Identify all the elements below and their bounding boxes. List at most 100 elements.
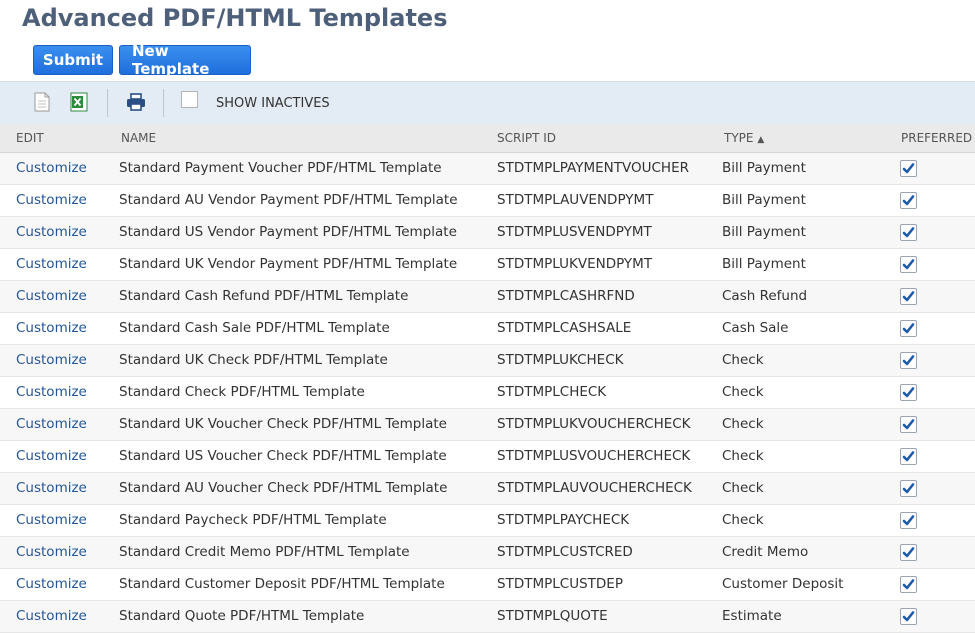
preferred-checkbox[interactable] [900, 512, 917, 529]
checkmark-icon [902, 259, 915, 270]
checkmark-icon [902, 227, 915, 238]
preferred-checkbox[interactable] [900, 288, 917, 305]
preferred-checkbox[interactable] [900, 480, 917, 497]
customize-link[interactable]: Customize [16, 352, 87, 368]
preferred-checkbox[interactable] [900, 192, 917, 209]
script-id: STDTMPLAUVENDPYMT [497, 192, 654, 208]
table-row: Customize Standard Cash Sale PDF/HTML Tem… [0, 313, 975, 345]
table-row: Customize Standard Check PDF/HTML Templat… [0, 377, 975, 409]
customize-link[interactable]: Customize [16, 192, 87, 208]
template-name: Standard Payment Voucher PDF/HTML Templa… [119, 160, 442, 176]
table-row: Customize Standard UK Vendor Payment PDF/… [0, 249, 975, 281]
script-id: STDTMPLPAYMENTVOUCHER [497, 160, 689, 176]
preferred-checkbox[interactable] [900, 320, 917, 337]
checkmark-icon [902, 547, 915, 558]
table-row: Customize Standard AU Vendor Payment PDF/… [0, 185, 975, 217]
export-pdf-icon[interactable] [33, 92, 51, 112]
customize-link[interactable]: Customize [16, 256, 87, 272]
new-template-button[interactable]: New Template [119, 42, 251, 78]
customize-link[interactable]: Customize [16, 384, 87, 400]
checkmark-icon [902, 419, 915, 430]
column-header-type-label: TYPE [724, 131, 754, 145]
customize-link[interactable]: Customize [16, 480, 87, 496]
template-type: Check [722, 384, 764, 400]
checkmark-icon [902, 515, 915, 526]
template-type: Bill Payment [722, 256, 806, 272]
table-row: Customize Standard Credit Memo PDF/HTML T… [0, 537, 975, 569]
customize-link[interactable]: Customize [16, 320, 87, 336]
checkmark-icon [902, 451, 915, 462]
template-type: Bill Payment [722, 192, 806, 208]
checkmark-icon [902, 291, 915, 302]
template-type: Cash Refund [722, 288, 808, 304]
table-row: Customize Standard UK Check PDF/HTML Temp… [0, 345, 975, 377]
table-body: Customize Standard Payment Voucher PDF/HT… [0, 153, 975, 633]
checkmark-icon [902, 163, 915, 174]
export-excel-icon[interactable] [70, 92, 88, 112]
checkmark-icon [902, 195, 915, 206]
table-row: Customize Standard Paycheck PDF/HTML Temp… [0, 505, 975, 537]
template-name: Standard Cash Refund PDF/HTML Template [119, 288, 409, 304]
template-name: Standard US Voucher Check PDF/HTML Templ… [119, 448, 447, 464]
table-row: Customize Standard Quote PDF/HTML Templat… [0, 601, 975, 633]
show-inactives-checkbox[interactable] [181, 91, 198, 108]
customize-link[interactable]: Customize [16, 160, 87, 176]
script-id: STDTMPLCUSTDEP [497, 576, 623, 592]
checkmark-icon [902, 483, 915, 494]
template-type: Credit Memo [722, 544, 809, 560]
template-name: Standard Credit Memo PDF/HTML Template [119, 544, 410, 560]
template-type: Check [722, 512, 764, 528]
customize-link[interactable]: Customize [16, 544, 87, 560]
column-header-script-id[interactable]: SCRIPT ID [497, 131, 556, 145]
script-id: STDTMPLCHECK [497, 384, 607, 400]
template-type: Cash Sale [722, 320, 789, 336]
preferred-checkbox[interactable] [900, 416, 917, 433]
preferred-checkbox[interactable] [900, 608, 917, 625]
template-name: Standard Customer Deposit PDF/HTML Templ… [119, 576, 445, 592]
customize-link[interactable]: Customize [16, 576, 87, 592]
preferred-checkbox[interactable] [900, 448, 917, 465]
column-header-name[interactable]: NAME [121, 131, 156, 145]
print-icon[interactable] [125, 92, 147, 112]
table-row: Customize Standard US Vendor Payment PDF/… [0, 217, 975, 249]
column-header-edit: EDIT [16, 131, 44, 145]
script-id: STDTMPLAUVOUCHERCHECK [497, 480, 692, 496]
checkmark-icon [902, 355, 915, 366]
table-row: Customize Standard Cash Refund PDF/HTML T… [0, 281, 975, 313]
show-inactives-label: SHOW INACTIVES [216, 96, 330, 111]
customize-link[interactable]: Customize [16, 288, 87, 304]
preferred-checkbox[interactable] [900, 352, 917, 369]
templates-table: EDIT NAME SCRIPT ID TYPE ▲ PREFERRED Cus… [0, 124, 975, 633]
submit-button[interactable]: Submit [33, 45, 113, 75]
template-name: Standard AU Voucher Check PDF/HTML Templ… [119, 480, 448, 496]
customize-link[interactable]: Customize [16, 448, 87, 464]
checkmark-icon [902, 387, 915, 398]
table-header: EDIT NAME SCRIPT ID TYPE ▲ PREFERRED [0, 124, 975, 153]
table-row: Customize Standard US Voucher Check PDF/H… [0, 441, 975, 473]
template-type: Bill Payment [722, 160, 806, 176]
customize-link[interactable]: Customize [16, 608, 87, 624]
checkmark-icon [902, 579, 915, 590]
template-name: Standard AU Vendor Payment PDF/HTML Temp… [119, 192, 458, 208]
table-row: Customize Standard Customer Deposit PDF/H… [0, 569, 975, 601]
template-name: Standard Cash Sale PDF/HTML Template [119, 320, 390, 336]
template-type: Estimate [722, 608, 782, 624]
script-id: STDTMPLUKVOUCHERCHECK [497, 416, 691, 432]
preferred-checkbox[interactable] [900, 224, 917, 241]
customize-link[interactable]: Customize [16, 416, 87, 432]
template-type: Customer Deposit [722, 576, 844, 592]
column-header-type[interactable]: TYPE ▲ [724, 131, 764, 145]
preferred-checkbox[interactable] [900, 384, 917, 401]
script-id: STDTMPLUKCHECK [497, 352, 624, 368]
preferred-checkbox[interactable] [900, 256, 917, 273]
customize-link[interactable]: Customize [16, 224, 87, 240]
preferred-checkbox[interactable] [900, 576, 917, 593]
preferred-checkbox[interactable] [900, 544, 917, 561]
toolbar-divider [163, 89, 164, 117]
template-type: Bill Payment [722, 224, 806, 240]
customize-link[interactable]: Customize [16, 512, 87, 528]
column-header-preferred[interactable]: PREFERRED [901, 131, 972, 145]
preferred-checkbox[interactable] [900, 160, 917, 177]
checkmark-icon [902, 323, 915, 334]
template-name: Standard UK Vendor Payment PDF/HTML Temp… [119, 256, 458, 272]
